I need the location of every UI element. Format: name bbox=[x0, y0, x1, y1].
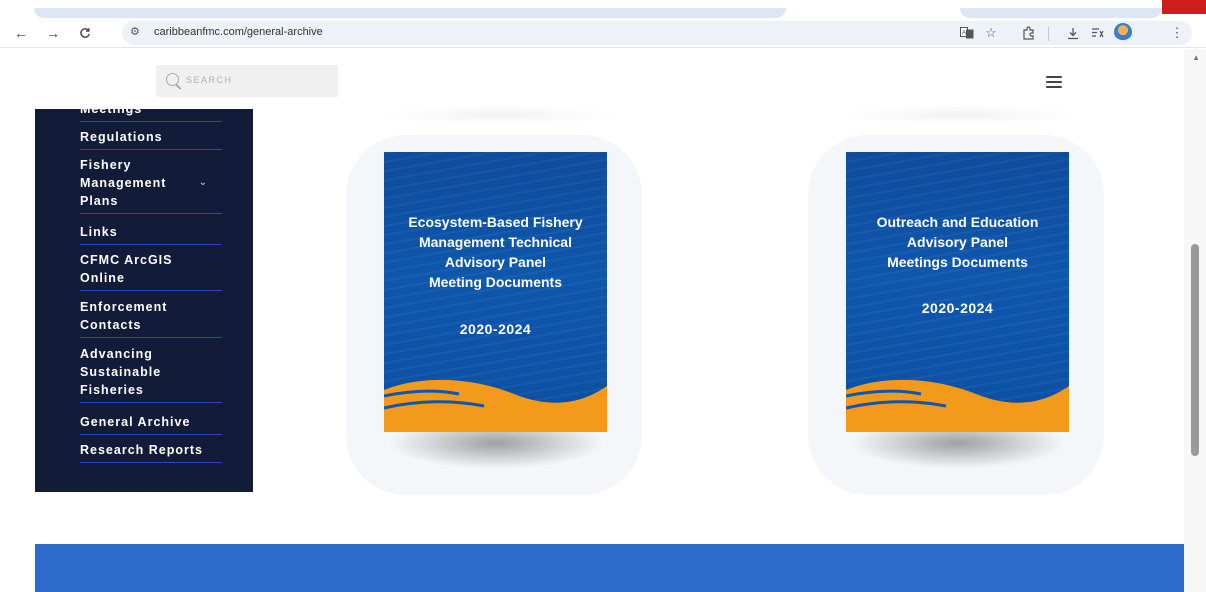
sidebar-item-label: Advancing bbox=[80, 347, 153, 361]
scrollbar[interactable]: ▲ bbox=[1184, 49, 1206, 592]
sidebar-item-label: Plans bbox=[80, 194, 119, 208]
sidebar-item-label: Sustainable bbox=[80, 365, 162, 379]
scrollbar-thumb[interactable] bbox=[1191, 244, 1199, 456]
card-title-line: Outreach and Education bbox=[876, 214, 1039, 230]
card-separator bbox=[380, 105, 620, 125]
browser-toolbar: ← → ⚙ caribbeanfmc.com/general-archive A… bbox=[0, 18, 1206, 48]
footer-band bbox=[35, 544, 1184, 592]
forward-button[interactable]: → bbox=[42, 22, 64, 44]
tune-icon[interactable]: ⚙ bbox=[130, 25, 140, 38]
card-title: Outreach and Education Advisory Panel Me… bbox=[846, 212, 1069, 272]
card-years: 2020-2024 bbox=[921, 300, 994, 316]
chevron-down-icon[interactable]: ⌄ bbox=[199, 174, 208, 192]
wave-decoration bbox=[846, 379, 1069, 432]
sidebar-item-label: Online bbox=[80, 271, 125, 285]
browser-tab[interactable] bbox=[34, 8, 786, 18]
translate-icon[interactable]: A bbox=[958, 22, 976, 44]
more-icon[interactable]: ⋮ bbox=[1168, 22, 1186, 44]
search-icon bbox=[166, 73, 179, 86]
card-title-line: Meeting Documents bbox=[428, 274, 562, 290]
sidebar-item-fishery-management-plans[interactable]: Fishery Management Plans ⌄ bbox=[80, 156, 222, 214]
card-title-line: Advisory Panel bbox=[906, 234, 1009, 250]
back-button[interactable]: ← bbox=[10, 22, 32, 44]
sidebar-item-cfmc-arcgis-online[interactable]: CFMC ArcGIS Online bbox=[80, 251, 222, 291]
page-content: SEARCH Meetings Regulations Fishery Mana… bbox=[0, 49, 1206, 592]
card-separator bbox=[840, 105, 1080, 125]
scroll-up-icon[interactable]: ▲ bbox=[1192, 53, 1200, 62]
search-placeholder: SEARCH bbox=[186, 75, 233, 85]
card-title-line: Advisory Panel bbox=[444, 254, 547, 270]
window-close-region[interactable] bbox=[1162, 0, 1206, 14]
sidebar-item-regulations[interactable]: Regulations bbox=[80, 128, 222, 150]
profile-avatar[interactable] bbox=[1114, 23, 1132, 41]
svg-text:A: A bbox=[962, 31, 966, 37]
browser-tab-strip bbox=[0, 0, 1206, 18]
reload-icon bbox=[80, 28, 90, 38]
sidebar-item-label: Enforcement bbox=[80, 300, 168, 314]
sidebar-item-advancing-sustainable-fisheries[interactable]: Advancing Sustainable Fisheries bbox=[80, 345, 222, 403]
sidebar-item-links[interactable]: Links bbox=[80, 223, 222, 245]
sidebar-item-label: Fisheries bbox=[80, 383, 144, 397]
card-title-line: Ecosystem-Based Fishery bbox=[408, 214, 583, 230]
sidebar-item-enforcement-contacts[interactable]: Enforcement Contacts bbox=[80, 298, 222, 338]
browser-tab[interactable] bbox=[960, 8, 1162, 18]
extensions-icon[interactable] bbox=[1020, 22, 1038, 44]
sidebar-item-meetings[interactable]: Meetings bbox=[80, 109, 222, 122]
search-input[interactable]: SEARCH bbox=[156, 65, 338, 97]
card-title-line: Management Technical bbox=[418, 234, 572, 250]
hamburger-menu-icon[interactable] bbox=[1046, 76, 1062, 88]
card-years: 2020-2024 bbox=[459, 321, 532, 337]
reading-list-icon[interactable] bbox=[1088, 22, 1106, 44]
card-title: Ecosystem-Based Fishery Management Techn… bbox=[384, 212, 607, 292]
sidebar-item-label: CFMC ArcGIS bbox=[80, 253, 173, 267]
archive-card-ebfm-technical-panel[interactable]: Ecosystem-Based Fishery Management Techn… bbox=[384, 152, 607, 432]
sidebar-item-label: Contacts bbox=[80, 318, 142, 332]
archive-card-outreach-education-panel[interactable]: Outreach and Education Advisory Panel Me… bbox=[846, 152, 1069, 432]
toolbar-divider bbox=[1048, 27, 1049, 41]
download-icon[interactable] bbox=[1064, 22, 1082, 44]
card-title-line: Meetings Documents bbox=[887, 254, 1028, 270]
reload-button[interactable] bbox=[74, 22, 96, 44]
sidebar-item-general-archive[interactable]: General Archive bbox=[80, 413, 222, 435]
url-text[interactable]: caribbeanfmc.com/general-archive bbox=[154, 26, 323, 38]
sidebar-nav: Meetings Regulations Fishery Management … bbox=[35, 109, 253, 492]
sidebar-item-research-reports[interactable]: Research Reports bbox=[80, 441, 222, 463]
star-icon[interactable]: ☆ bbox=[982, 22, 1000, 44]
wave-decoration bbox=[384, 379, 607, 432]
sidebar-item-label: Fishery bbox=[80, 158, 132, 172]
